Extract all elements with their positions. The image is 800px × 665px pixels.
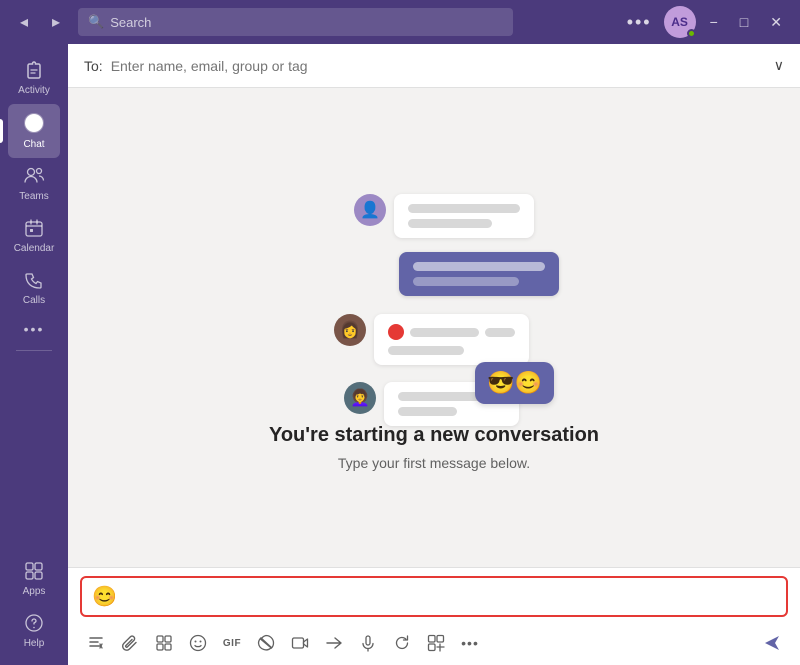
sidebar-item-help[interactable]: Help bbox=[8, 605, 60, 657]
sidebar-label-apps: Apps bbox=[23, 586, 46, 597]
emoji-button[interactable] bbox=[182, 627, 214, 659]
sidebar-label-help: Help bbox=[24, 638, 45, 649]
help-icon bbox=[24, 613, 44, 636]
sticker-button[interactable] bbox=[250, 627, 282, 659]
nav-buttons: ◂ ▸ bbox=[10, 8, 70, 36]
more-toolbar-button[interactable]: ••• bbox=[454, 627, 486, 659]
loop-button[interactable] bbox=[148, 627, 180, 659]
more-button[interactable]: ••• bbox=[621, 8, 658, 37]
sidebar-item-chat[interactable]: Chat bbox=[8, 104, 60, 158]
emoji-bubble: 😎😊 bbox=[475, 362, 554, 404]
delivery-button[interactable] bbox=[318, 627, 350, 659]
emoji-in-input: 😊 bbox=[92, 584, 117, 609]
back-button[interactable]: ◂ bbox=[10, 8, 38, 36]
minimize-button[interactable]: − bbox=[702, 10, 726, 34]
more-dots-icon: ••• bbox=[24, 322, 45, 336]
close-button[interactable]: ✕ bbox=[762, 10, 790, 35]
sidebar-item-activity[interactable]: Activity bbox=[8, 52, 60, 104]
bubble-card-1 bbox=[394, 194, 534, 238]
sidebar-label-chat: Chat bbox=[23, 139, 44, 150]
sidebar-label-calendar: Calendar bbox=[14, 243, 55, 254]
avatar-2: 👩 bbox=[334, 314, 366, 346]
sidebar-label-activity: Activity bbox=[18, 85, 50, 96]
to-bar: To: ∨ bbox=[68, 44, 800, 88]
bubble-card-3 bbox=[374, 314, 529, 365]
avatar-button[interactable]: AS bbox=[664, 6, 696, 38]
titlebar: ◂ ▸ 🔍 ••• AS − □ ✕ bbox=[0, 0, 800, 44]
new-conversation-heading: You're starting a new conversation bbox=[269, 424, 599, 447]
search-input[interactable] bbox=[110, 15, 503, 30]
calls-icon bbox=[24, 270, 44, 293]
apps-icon bbox=[24, 561, 44, 584]
avatar-initials: AS bbox=[671, 15, 688, 29]
teams-icon bbox=[23, 166, 45, 189]
sidebar-label-calls: Calls bbox=[23, 295, 45, 306]
forward-button[interactable]: ▸ bbox=[42, 8, 70, 36]
to-label: To: bbox=[84, 58, 103, 74]
conversation-area: 👤 👩 bbox=[68, 88, 800, 567]
search-bar[interactable]: 🔍 bbox=[78, 8, 513, 36]
audio-button[interactable] bbox=[352, 627, 384, 659]
titlebar-actions: ••• AS − □ ✕ bbox=[621, 6, 790, 38]
new-conversation-subtext: Type your first message below. bbox=[338, 455, 530, 471]
gif-button[interactable]: GIF bbox=[216, 627, 248, 659]
sidebar-divider bbox=[16, 350, 52, 351]
message-text-input[interactable] bbox=[117, 585, 776, 609]
sidebar-item-calendar[interactable]: Calendar bbox=[8, 210, 60, 262]
sidebar-item-teams[interactable]: Teams bbox=[8, 158, 60, 210]
avatar-status bbox=[687, 29, 696, 38]
message-toolbar: GIF bbox=[80, 623, 788, 665]
message-input-box[interactable]: 😊 bbox=[80, 576, 788, 617]
sidebar: Activity Chat bbox=[0, 44, 68, 665]
chevron-down-icon[interactable]: ∨ bbox=[774, 57, 784, 74]
chat-icon bbox=[23, 112, 45, 137]
chat-illustration: 👤 👩 bbox=[294, 184, 574, 404]
meet-button[interactable] bbox=[284, 627, 316, 659]
sidebar-label-teams: Teams bbox=[19, 191, 48, 202]
send-button[interactable] bbox=[756, 627, 788, 659]
avatar-3: 👩‍🦱 bbox=[344, 382, 376, 414]
apps-ext-button[interactable] bbox=[420, 627, 452, 659]
bubble-card-2 bbox=[399, 252, 559, 296]
calendar-icon bbox=[24, 218, 44, 241]
maximize-button[interactable]: □ bbox=[732, 10, 756, 34]
search-icon: 🔍 bbox=[88, 14, 104, 30]
app-body: Activity Chat bbox=[0, 44, 800, 665]
format-button[interactable] bbox=[80, 627, 112, 659]
sidebar-item-apps[interactable]: Apps bbox=[8, 553, 60, 605]
to-input[interactable] bbox=[111, 58, 766, 74]
loop2-button[interactable] bbox=[386, 627, 418, 659]
main-content: To: ∨ 👤 bbox=[68, 44, 800, 665]
sidebar-item-calls[interactable]: Calls bbox=[8, 262, 60, 314]
input-area: 😊 bbox=[68, 567, 800, 665]
attach-button[interactable] bbox=[114, 627, 146, 659]
avatar-1: 👤 bbox=[354, 194, 386, 226]
sidebar-item-more[interactable]: ••• bbox=[8, 314, 60, 344]
activity-icon bbox=[24, 60, 44, 83]
